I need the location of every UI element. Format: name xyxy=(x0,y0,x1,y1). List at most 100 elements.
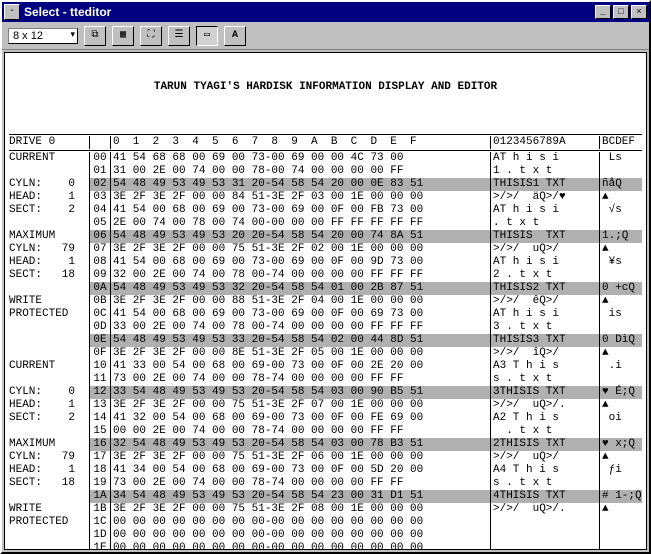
hex-bytes[interactable]: 33 00 2E 00 74 00 78 00-74 00 00 00 00 F… xyxy=(111,321,490,334)
ascii-cell-1 xyxy=(490,529,600,542)
hex-row[interactable]: WRITE1B3E 2F 3E 2F 00 00 75 51-3E 2F 08 … xyxy=(9,503,642,516)
ascii-cell-2 xyxy=(600,217,642,230)
hex-bytes[interactable]: 00 00 00 00 00 00 00 00-00 00 00 00 00 0… xyxy=(111,516,490,529)
hex-row[interactable]: SECT: 181973 00 2E 00 74 00 00 78-74 00 … xyxy=(9,477,642,490)
ascii-cell-2: 0 +cQ xyxy=(600,282,642,295)
hex-row[interactable]: CYLN: 79073E 2F 3E 2F 00 00 75 51-3E 2F … xyxy=(9,243,642,256)
hex-bytes[interactable]: 73 00 2E 00 74 00 00 78-74 00 00 00 00 F… xyxy=(111,477,490,490)
hex-row[interactable]: CYLN: 79173E 2F 3E 2F 00 00 75 51-3E 2F … xyxy=(9,451,642,464)
hex-bytes[interactable]: 41 54 00 68 00 69 00 73-00 69 00 0F 00 F… xyxy=(111,204,490,217)
terminal-area[interactable]: TARUN TYAGI'S HARDISK INFORMATION DISPLA… xyxy=(4,52,647,550)
hex-row[interactable]: 0F3E 2F 3E 2F 00 00 8E 51-3E 2F 05 00 1E… xyxy=(9,347,642,360)
hex-bytes[interactable]: 54 48 49 53 49 53 32 20-54 58 54 01 00 2… xyxy=(111,282,490,295)
ascii-cell-1 xyxy=(490,542,600,550)
hex-row[interactable]: SECT: 21441 32 00 54 00 68 00 69-00 73 0… xyxy=(9,412,642,425)
left-label: WRITE xyxy=(9,295,89,308)
maximize-button[interactable]: □ xyxy=(613,5,629,19)
hex-row[interactable]: 0E54 48 49 53 49 53 33 20-54 58 54 02 00… xyxy=(9,334,642,347)
hex-bytes[interactable]: 3E 2F 3E 2F 00 00 75 51-3E 2F 02 00 1E 0… xyxy=(111,243,490,256)
hex-row[interactable]: 0131 00 2E 00 74 00 00 78-00 74 00 00 00… xyxy=(9,165,642,178)
minimize-button[interactable]: _ xyxy=(595,5,611,19)
hex-bytes[interactable]: 41 54 00 68 00 69 00 73-00 69 00 0F 00 9… xyxy=(111,256,490,269)
system-menu-icon[interactable]: - xyxy=(4,4,20,20)
offset-cell: 1B xyxy=(89,503,111,516)
left-label: SECT: 18 xyxy=(9,269,89,282)
hex-row[interactable]: CYLN: 00254 48 49 53 49 53 31 20-54 58 5… xyxy=(9,178,642,191)
hex-row[interactable]: HEAD: 10841 54 00 68 00 69 00 73-00 69 0… xyxy=(9,256,642,269)
hex-row[interactable]: 0D33 00 2E 00 74 00 78 00-74 00 00 00 00… xyxy=(9,321,642,334)
hex-row[interactable]: CYLN: 01233 54 48 49 53 49 53 20-54 58 5… xyxy=(9,386,642,399)
ascii-cell-1: . t x t xyxy=(490,217,600,230)
left-label: SECT: 18 xyxy=(9,477,89,490)
ascii-cell-1: THISIS3 TXT xyxy=(490,334,600,347)
offset-cell: 03 xyxy=(89,191,111,204)
hex-row[interactable]: CURRENT1041 33 00 54 00 68 00 69-00 73 0… xyxy=(9,360,642,373)
left-label: SECT: 2 xyxy=(9,412,89,425)
hex-bytes[interactable]: 3E 2F 3E 2F 00 00 88 51-3E 2F 04 00 1E 0… xyxy=(111,295,490,308)
ascii-cell-2: ▲ xyxy=(600,451,642,464)
ascii-cell-1: AT h i s i xyxy=(490,152,600,165)
hex-bytes[interactable]: 3E 2F 3E 2F 00 00 75 51-3E 2F 07 00 1E 0… xyxy=(111,399,490,412)
hex-row[interactable]: SECT: 20441 54 00 68 00 69 00 73-00 69 0… xyxy=(9,204,642,217)
ascii-cell-2: ♥ x;Q xyxy=(600,438,642,451)
left-label: HEAD: 1 xyxy=(9,464,89,477)
hex-bytes[interactable]: 41 54 00 68 00 69 00 73-00 69 00 0F 00 6… xyxy=(111,308,490,321)
hex-bytes[interactable]: 54 48 49 53 49 53 33 20-54 58 54 02 00 4… xyxy=(111,334,490,347)
hex-bytes[interactable]: 34 54 48 49 53 49 53 20-54 58 54 23 00 3… xyxy=(111,490,490,503)
offset-cell: 0E xyxy=(89,334,111,347)
properties-button[interactable]: ☰ xyxy=(168,26,190,46)
hex-row[interactable]: HEAD: 11841 34 00 54 00 68 00 69-00 73 0… xyxy=(9,464,642,477)
hex-row[interactable]: CURRENT0041 54 68 68 00 69 00 73-00 69 0… xyxy=(9,152,642,165)
hex-bytes[interactable]: 41 33 00 54 00 68 00 69-00 73 00 0F 00 2… xyxy=(111,360,490,373)
hex-row[interactable]: MAXIMUM1632 54 48 49 53 49 53 20-54 58 5… xyxy=(9,438,642,451)
hex-bytes[interactable]: 00 00 2E 00 74 00 00 78-74 00 00 00 00 F… xyxy=(111,425,490,438)
hex-bytes[interactable]: 41 34 00 54 00 68 00 69-00 73 00 0F 00 5… xyxy=(111,464,490,477)
left-label: CYLN: 79 xyxy=(9,451,89,464)
hex-bytes[interactable]: 32 00 2E 00 74 00 78 00-74 00 00 00 00 F… xyxy=(111,269,490,282)
hex-bytes[interactable]: 00 00 00 00 00 00 00 00-00 00 00 00 00 0… xyxy=(111,529,490,542)
hex-bytes[interactable]: 31 00 2E 00 74 00 00 78-00 74 00 00 00 0… xyxy=(111,165,490,178)
hex-bytes[interactable]: 54 48 49 53 49 53 31 20-54 58 54 20 00 0… xyxy=(111,178,490,191)
close-button[interactable]: × xyxy=(631,5,647,19)
ascii-cell-2 xyxy=(600,373,642,386)
offset-cell: 02 xyxy=(89,178,111,191)
left-label: MAXIMUM xyxy=(9,230,89,243)
hex-row[interactable]: 0A54 48 49 53 49 53 32 20-54 58 54 01 00… xyxy=(9,282,642,295)
hex-row[interactable]: 1D00 00 00 00 00 00 00 00-00 00 00 00 00… xyxy=(9,529,642,542)
hex-bytes[interactable]: 2E 00 74 00 78 00 74 00-00 00 00 FF FF F… xyxy=(111,217,490,230)
paste-button[interactable]: ▦ xyxy=(112,26,134,46)
hex-row[interactable]: 1A34 54 48 49 53 49 53 20-54 58 54 23 00… xyxy=(9,490,642,503)
offset-cell: 16 xyxy=(89,438,111,451)
ascii-cell-1: >/>/ uQ>/ xyxy=(490,243,600,256)
fullscreen-button[interactable]: ⛶ xyxy=(140,26,162,46)
hex-row[interactable]: MAXIMUM0654 48 49 53 49 53 20 20-54 58 5… xyxy=(9,230,642,243)
background-button[interactable]: ▭ xyxy=(196,26,218,46)
hex-bytes[interactable]: 41 32 00 54 00 68 00 69-00 73 00 0F 00 F… xyxy=(111,412,490,425)
hex-bytes[interactable]: 3E 2F 3E 2F 00 00 8E 51-3E 2F 05 00 1E 0… xyxy=(111,347,490,360)
hex-row[interactable]: PROTECTED1C00 00 00 00 00 00 00 00-00 00… xyxy=(9,516,642,529)
hex-bytes[interactable]: 32 54 48 49 53 49 53 20-54 58 54 03 00 7… xyxy=(111,438,490,451)
font-button[interactable]: A xyxy=(224,26,246,46)
hex-row[interactable]: PROTECTED0C41 54 00 68 00 69 00 73-00 69… xyxy=(9,308,642,321)
ascii-cell-1: 1 . t x t xyxy=(490,165,600,178)
hex-row[interactable]: 1500 00 2E 00 74 00 00 78-74 00 00 00 00… xyxy=(9,425,642,438)
hex-row[interactable]: HEAD: 1133E 2F 3E 2F 00 00 75 51-3E 2F 0… xyxy=(9,399,642,412)
hex-bytes[interactable]: 3E 2F 3E 2F 00 00 75 51-3E 2F 08 00 1E 0… xyxy=(111,503,490,516)
ascii-cell-1: AT h i s i xyxy=(490,308,600,321)
font-size-select[interactable]: 8 x 12 xyxy=(8,28,78,44)
hex-bytes[interactable]: 3E 2F 3E 2F 00 00 75 51-3E 2F 06 00 1E 0… xyxy=(111,451,490,464)
left-label: HEAD: 1 xyxy=(9,399,89,412)
hex-row[interactable]: HEAD: 1033E 2F 3E 2F 00 00 84 51-3E 2F 0… xyxy=(9,191,642,204)
hex-bytes[interactable]: 33 54 48 49 53 49 53 20-54 58 54 03 00 9… xyxy=(111,386,490,399)
hex-bytes[interactable]: 54 48 49 53 49 53 20 20-54 58 54 20 00 7… xyxy=(111,230,490,243)
hex-row[interactable]: 1E00 00 00 00 00 00 00 00-00 00 00 00 00… xyxy=(9,542,642,550)
hex-bytes[interactable]: 00 00 00 00 00 00 00 00-00 00 00 00 00 0… xyxy=(111,542,490,550)
hex-row[interactable]: 1173 00 2E 00 74 00 00 78-74 00 00 00 00… xyxy=(9,373,642,386)
hex-row[interactable]: WRITE0B3E 2F 3E 2F 00 00 88 51-3E 2F 04 … xyxy=(9,295,642,308)
hex-bytes[interactable]: 41 54 68 68 00 69 00 73-00 69 00 00 4C 7… xyxy=(111,152,490,165)
copy-button[interactable]: ⧉ xyxy=(84,26,106,46)
hex-row[interactable]: 052E 00 74 00 78 00 74 00-00 00 00 FF FF… xyxy=(9,217,642,230)
hex-bytes[interactable]: 73 00 2E 00 74 00 00 78-74 00 00 00 00 F… xyxy=(111,373,490,386)
hex-bytes[interactable]: 3E 2F 3E 2F 00 00 84 51-3E 2F 03 00 1E 0… xyxy=(111,191,490,204)
hex-row[interactable]: SECT: 180932 00 2E 00 74 00 78 00-74 00 … xyxy=(9,269,642,282)
